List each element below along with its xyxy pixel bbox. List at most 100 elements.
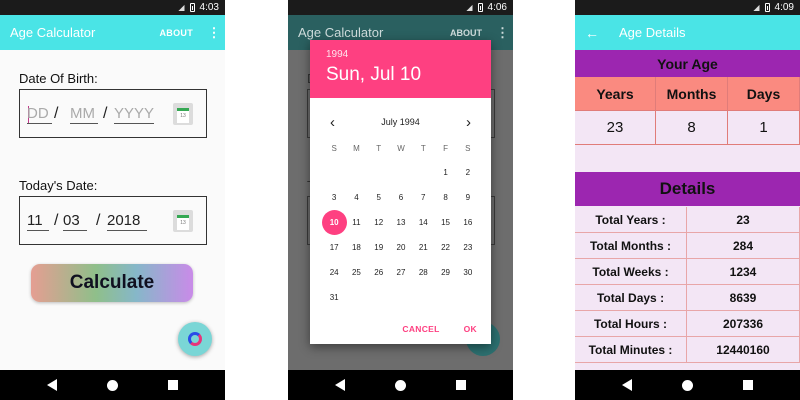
details-row: Total Years :23 xyxy=(575,207,800,233)
battery-icon xyxy=(764,3,770,12)
details-row: Total Hours :207336 xyxy=(575,311,800,337)
details-label: Total Months : xyxy=(575,233,687,259)
empty-day-cell xyxy=(390,160,412,185)
age-table: Years Months Days 23 8 1 xyxy=(575,77,800,145)
day-cell[interactable]: 18 xyxy=(345,235,367,260)
selected-day[interactable]: 10 xyxy=(321,210,347,235)
floating-action-button[interactable] xyxy=(178,322,212,356)
weekday-label: M xyxy=(353,144,360,153)
day-cell[interactable]: 1 xyxy=(434,160,456,185)
day-cell[interactable]: 16 xyxy=(457,210,479,235)
day-cell[interactable]: 13 xyxy=(390,210,412,235)
day-cell[interactable]: 21 xyxy=(412,235,434,260)
overflow-menu-icon[interactable]: ⋮ xyxy=(207,26,221,39)
about-button[interactable]: ABOUT xyxy=(160,28,194,38)
details-row: Total Months :284 xyxy=(575,233,800,259)
nav-back-icon[interactable] xyxy=(47,379,57,391)
day-cell[interactable]: 8 xyxy=(434,185,456,210)
status-bar: ◢ 4:06 xyxy=(288,0,513,15)
day-cell[interactable]: 31 xyxy=(323,285,345,310)
day-cell[interactable]: 7 xyxy=(412,185,434,210)
dob-input-box: DD / MM / YYYY 13 xyxy=(19,89,207,138)
age-header-cell: Days xyxy=(728,77,800,111)
details-value: 8639 xyxy=(687,285,800,311)
day-cell[interactable]: 27 xyxy=(390,260,412,285)
details-row: Total Weeks :1234 xyxy=(575,259,800,285)
day-cell[interactable]: 30 xyxy=(457,260,479,285)
day-cell[interactable]: 5 xyxy=(368,185,390,210)
chevron-left-icon[interactable]: ‹ xyxy=(330,115,335,130)
day-cell[interactable]: 24 xyxy=(323,260,345,285)
day-cell[interactable]: 12 xyxy=(368,210,390,235)
overflow-menu-icon: ⋮ xyxy=(496,24,509,40)
day-cell[interactable]: 19 xyxy=(368,235,390,260)
day-cell[interactable]: 3 xyxy=(323,185,345,210)
cancel-button[interactable]: CANCEL xyxy=(402,324,439,334)
day-cell[interactable]: 4 xyxy=(345,185,367,210)
day-cell[interactable]: 11 xyxy=(345,210,367,235)
ok-button[interactable]: OK xyxy=(464,324,477,334)
calendar-icon[interactable]: 13 xyxy=(173,103,193,125)
dob-month-input[interactable]: MM xyxy=(70,105,98,124)
day-cell[interactable]: 9 xyxy=(457,185,479,210)
nav-recents-icon[interactable] xyxy=(168,380,178,390)
day-cell[interactable]: 29 xyxy=(434,260,456,285)
day-cell[interactable]: 15 xyxy=(434,210,456,235)
empty-day-cell xyxy=(412,160,434,185)
calculate-button[interactable]: Calculate xyxy=(31,264,193,302)
today-year-input[interactable]: 2018 xyxy=(107,212,147,231)
nav-back-icon[interactable] xyxy=(622,379,632,391)
nav-home-icon[interactable] xyxy=(107,379,118,391)
calendar-icon[interactable]: 13 xyxy=(173,210,193,232)
details-row: Total Days :8639 xyxy=(575,285,800,311)
signal-icon: ◢ xyxy=(753,3,760,12)
day-cell[interactable]: 22 xyxy=(434,235,456,260)
weekday-label: F xyxy=(443,144,448,153)
age-header-cell: Years xyxy=(575,77,656,111)
day-cell[interactable]: 25 xyxy=(345,260,367,285)
your-age-heading: Your Age xyxy=(575,50,800,77)
nav-recents-icon[interactable] xyxy=(743,380,753,390)
month-label: July 1994 xyxy=(381,117,420,127)
date-separator: / xyxy=(54,105,59,122)
nav-home-icon[interactable] xyxy=(682,379,693,391)
age-value-cell: 1 xyxy=(728,111,800,145)
details-label: Total Hours : xyxy=(575,311,687,337)
chevron-right-icon[interactable]: › xyxy=(466,115,471,130)
weekday-label: W xyxy=(397,144,405,153)
today-day-input[interactable]: 11 xyxy=(27,212,49,231)
dob-year-input[interactable]: YYYY xyxy=(114,105,154,124)
day-cell[interactable]: 26 xyxy=(368,260,390,285)
back-arrow-icon[interactable]: ← xyxy=(585,25,599,41)
day-cell[interactable]: 17 xyxy=(323,235,345,260)
nav-home-icon[interactable] xyxy=(395,379,406,391)
day-cell[interactable]: 20 xyxy=(390,235,412,260)
today-month-input[interactable]: 03 xyxy=(63,212,87,231)
nav-recents-icon[interactable] xyxy=(456,380,466,390)
app-title: Age Calculator xyxy=(298,25,384,40)
empty-day-cell xyxy=(345,160,367,185)
app-bar: Age Calculator ABOUT ⋮ xyxy=(0,15,225,50)
day-cell[interactable]: 2 xyxy=(457,160,479,185)
dob-day-input[interactable]: DD xyxy=(27,105,52,124)
age-header-cell: Months xyxy=(656,77,728,111)
screen-age-details: ◢ 4:09 ← Age Details Your Age Years Month… xyxy=(575,0,800,400)
app-title: Age Calculator xyxy=(10,25,96,40)
day-cell[interactable]: 6 xyxy=(390,185,412,210)
navigation-bar xyxy=(575,370,800,400)
nav-back-icon[interactable] xyxy=(335,379,345,391)
status-time: 4:03 xyxy=(199,2,219,13)
selected-date[interactable]: Sun, Jul 10 xyxy=(326,64,491,86)
weekday-header: SMTWTFS xyxy=(323,144,479,153)
day-cell[interactable]: 28 xyxy=(412,260,434,285)
selected-year[interactable]: 1994 xyxy=(326,49,491,60)
day-cell[interactable]: 14 xyxy=(412,210,434,235)
navigation-bar xyxy=(288,370,513,400)
age-value-cell: 23 xyxy=(575,111,656,145)
month-navigation: ‹ July 1994 › xyxy=(310,112,491,132)
status-time: 4:06 xyxy=(487,2,507,13)
screen-date-picker: ◢ 4:06 Age Calculator ABOUT ⋮ D T 1994 S… xyxy=(288,0,513,400)
day-cell[interactable]: 23 xyxy=(457,235,479,260)
weekday-label: S xyxy=(331,144,337,153)
details-label: Total Years : xyxy=(575,207,687,233)
